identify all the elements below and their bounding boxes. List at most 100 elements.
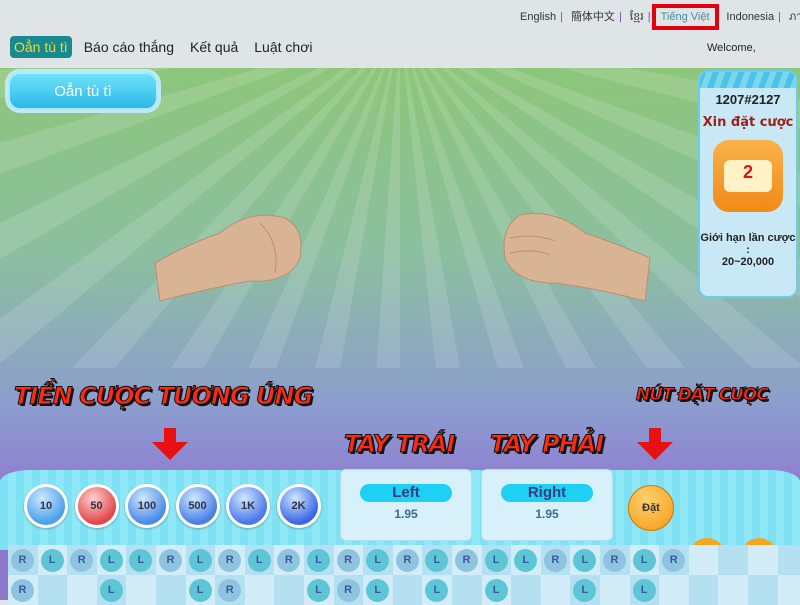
history-result: R <box>603 549 626 572</box>
chip-10[interactable]: 10 <box>24 484 68 528</box>
history-result: L <box>188 579 212 602</box>
history-cell: L <box>96 545 127 575</box>
history-cell <box>659 575 689 605</box>
chip-1K[interactable]: 1K <box>226 484 270 528</box>
history-result: R <box>159 549 182 572</box>
right-fist-image <box>503 212 651 302</box>
bet-left-box[interactable]: Left 1.95 <box>340 469 472 541</box>
history-result: R <box>218 579 242 602</box>
history-cell: L <box>629 545 660 575</box>
history-cell: R <box>392 545 423 575</box>
history-cell: L <box>126 545 156 575</box>
round-status: Xin đặt cược <box>702 115 794 130</box>
welcome-text: Welcome, <box>707 42 756 54</box>
history-cell <box>156 575 186 605</box>
history-cell: L <box>304 545 334 575</box>
history-result: R <box>70 549 94 572</box>
nav-tab-1[interactable]: Báo cáo thắng <box>80 36 178 58</box>
history-grid: RLRLLRLRLRLRLRLRLLRLRLRRLLRLRLLLLL <box>8 545 800 605</box>
countdown-timer: 2 <box>713 140 783 212</box>
history-cell <box>718 575 748 605</box>
history-cell: L <box>422 545 452 575</box>
history-cell: L <box>96 575 127 605</box>
place-bet-button[interactable]: Đặt <box>628 485 674 531</box>
history-cell <box>688 575 719 605</box>
history-cell: L <box>481 545 512 575</box>
history-cell: R <box>156 545 186 575</box>
history-cell <box>452 575 482 605</box>
history-cell: L <box>363 575 393 605</box>
history-result: R <box>11 579 34 602</box>
history-result: L <box>632 579 656 602</box>
separator: | <box>560 11 563 23</box>
history-cell: L <box>185 575 216 605</box>
language-0[interactable]: English <box>520 11 556 23</box>
history-result: L <box>514 549 538 572</box>
history-cell: L <box>511 545 541 575</box>
language-2[interactable]: ខ្មែរ <box>630 11 644 23</box>
history-cell: L <box>304 575 334 605</box>
round-info-panel: 1207#2127 Xin đặt cược 2 Giới hạn lần cư… <box>698 70 798 298</box>
history-result: L <box>573 549 597 572</box>
nav-tab-0[interactable]: Oẳn tù tì <box>10 36 72 58</box>
history-cell: L <box>244 545 275 575</box>
history-result: L <box>573 579 597 602</box>
bet-left-odds: 1.95 <box>394 507 418 521</box>
history-result: L <box>366 579 390 602</box>
history-result: L <box>484 549 508 572</box>
history-result: L <box>307 549 330 572</box>
bet-left-label: Left <box>360 484 452 502</box>
history-cell: R <box>600 545 630 575</box>
game-title-button[interactable]: Oẳn tù tì <box>8 72 158 110</box>
annotation-right-hand: TAY PHẢI <box>489 430 604 459</box>
history-cell <box>67 575 97 605</box>
history-cell: L <box>422 575 452 605</box>
language-4[interactable]: Indonesia <box>726 11 774 23</box>
history-cell <box>511 575 541 605</box>
bet-limit-value: 20~20,000 <box>721 256 775 268</box>
history-cell: L <box>481 575 512 605</box>
history-cell: L <box>37 545 68 575</box>
history-result: L <box>425 549 449 572</box>
history-cell: R <box>659 545 689 575</box>
history-cell: L <box>363 545 393 575</box>
history-result: L <box>40 549 64 572</box>
separator: | <box>647 11 651 23</box>
history-cell: R <box>452 545 482 575</box>
language-3[interactable]: Tiếng Việt <box>651 4 719 30</box>
separator: | <box>778 11 781 23</box>
chip-2K[interactable]: 2K <box>276 484 321 528</box>
history-result: R <box>662 549 686 572</box>
history-cell: R <box>215 575 245 605</box>
history-result: R <box>543 549 567 572</box>
history-cell <box>600 575 630 605</box>
history-result: R <box>277 549 301 572</box>
history-cell <box>126 575 156 605</box>
history-result: L <box>129 549 153 572</box>
chip-100[interactable]: 100 <box>125 484 169 528</box>
top-bar: English | 簡体中文 | ខ្មែរ | Tiếng Việt | Indonesia |… <box>0 0 800 68</box>
language-selector: English | 簡体中文 | ខ្មែរ | Tiếng Việt | Indonesia |… <box>520 4 800 30</box>
nav-tab-2[interactable]: Kết quả <box>186 36 242 58</box>
language-1[interactable]: 簡体中文 <box>571 11 615 23</box>
main-nav: Oẳn tù tì Báo cáo thắng Kết quả Luật chơi <box>10 36 316 58</box>
history-result: L <box>632 549 656 572</box>
chip-500[interactable]: 500 <box>175 484 220 528</box>
bet-right-box[interactable]: Right 1.95 <box>481 469 613 541</box>
language-5[interactable]: ภาษาไทย <box>789 11 800 23</box>
history-cell: R <box>67 545 97 575</box>
nav-tab-3[interactable]: Luật chơi <box>250 36 316 58</box>
history-result: R <box>11 549 34 572</box>
round-number: 1207#2127 <box>715 92 781 107</box>
history-result: L <box>247 549 271 572</box>
history-cell <box>777 545 800 575</box>
history-result: R <box>455 549 478 572</box>
left-fist-image <box>154 214 302 302</box>
history-cell <box>37 575 68 605</box>
history-cell <box>392 575 423 605</box>
bet-right-label: Right <box>501 484 593 502</box>
chip-50[interactable]: 50 <box>74 484 119 528</box>
history-cell: R <box>8 545 38 575</box>
history-cell: L <box>629 575 660 605</box>
bet-right-odds: 1.95 <box>535 507 559 521</box>
